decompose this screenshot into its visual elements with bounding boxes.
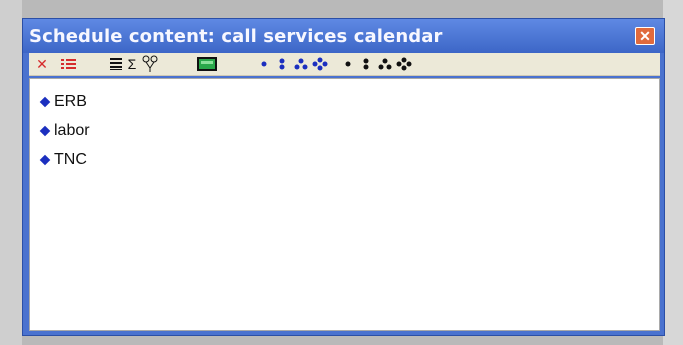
schedule-item-list: ERB labor TNC [39,87,90,174]
list-item[interactable]: ERB [39,87,90,116]
background-left-edge [0,0,22,345]
bullet-icon [39,125,51,136]
title-bar[interactable]: Schedule content: call services calendar… [23,19,664,53]
blue-bullet-4-icon[interactable] [311,55,329,73]
blue-bullet-2-icon[interactable] [277,55,287,73]
blue-bullet-3-icon[interactable] [293,55,309,73]
window-title: Schedule content: call services calendar [29,26,443,47]
bullet-icon [39,154,51,165]
tree-icon[interactable] [139,55,161,73]
background-right-edge [663,0,683,345]
list-item-label: labor [54,121,90,139]
bullet-icon [39,96,51,107]
black-bullet-1-icon[interactable] [343,55,353,73]
blue-bullet-1-icon[interactable] [259,55,269,73]
calendar-icon[interactable] [195,55,219,73]
list-lines-icon[interactable] [107,55,125,73]
close-button[interactable]: ✕ [635,27,655,45]
schedule-content-window: Schedule content: call services calendar… [22,18,665,336]
black-bullet-2-icon[interactable] [361,55,371,73]
black-bullet-4-icon[interactable] [395,55,413,73]
list-item[interactable]: labor [39,116,90,145]
delete-icon[interactable]: ✕ [33,55,51,73]
sum-icon[interactable]: Σ [125,55,139,73]
list-item-label: TNC [54,150,87,168]
list-item[interactable]: TNC [39,145,90,174]
black-bullet-3-icon[interactable] [377,55,393,73]
toolbar: ✕ Σ [29,53,660,76]
list-item-label: ERB [54,92,87,110]
schedule-list-panel[interactable]: ERB labor TNC [29,78,660,331]
list-red-icon[interactable] [59,55,79,73]
